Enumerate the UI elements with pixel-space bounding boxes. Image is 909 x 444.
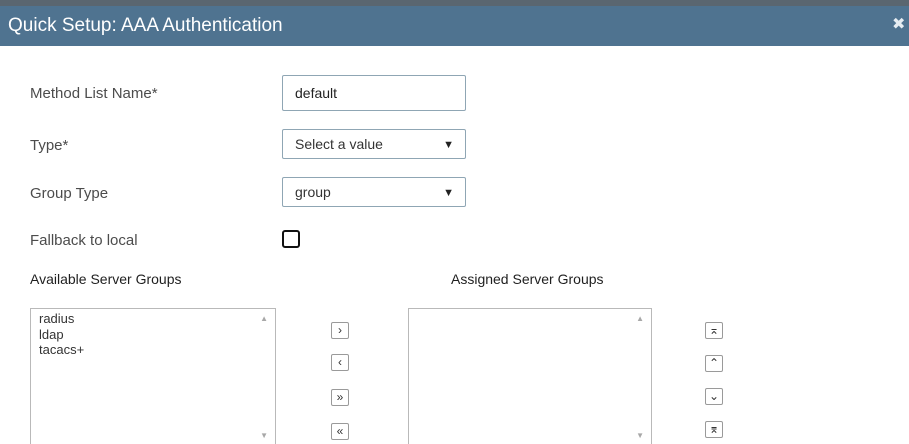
close-icon[interactable]: ✖ xyxy=(892,17,906,33)
dialog-title: Quick Setup: AAA Authentication xyxy=(8,15,283,36)
move-right-button[interactable]: › xyxy=(331,322,349,339)
chevron-down-icon: ▼ xyxy=(443,139,454,151)
method-list-name-label: Method List Name* xyxy=(30,85,158,102)
scroll-up-icon[interactable]: ▲ xyxy=(260,314,268,323)
fallback-checkbox[interactable] xyxy=(282,230,300,248)
group-type-label: Group Type xyxy=(30,185,109,202)
method-list-name-input[interactable] xyxy=(282,75,466,111)
available-groups-list[interactable]: radius ldap tacacs+ ▲ ▼ xyxy=(30,308,276,444)
dialog-title-bar: Quick Setup: AAA Authentication ✖ xyxy=(0,6,909,46)
move-all-left-button[interactable]: « xyxy=(331,423,349,440)
scroll-up-icon[interactable]: ▲ xyxy=(636,314,644,323)
assigned-groups-list[interactable]: ▲ ▼ xyxy=(408,308,652,444)
group-type-select[interactable]: group ▼ xyxy=(282,177,466,207)
type-label: Type* xyxy=(30,137,69,154)
chevron-down-icon: ▼ xyxy=(443,187,454,199)
available-groups-header: Available Server Groups xyxy=(30,271,182,287)
scroll-down-icon[interactable]: ▼ xyxy=(636,431,644,440)
list-item[interactable]: radius xyxy=(31,311,275,327)
move-left-button[interactable]: ‹ xyxy=(331,354,349,371)
type-select-value: Select a value xyxy=(295,136,383,152)
fallback-label: Fallback to local xyxy=(30,232,138,249)
group-type-select-value: group xyxy=(295,184,331,200)
move-top-button[interactable]: ⌅ xyxy=(705,322,723,339)
list-item[interactable]: ldap xyxy=(31,327,275,343)
move-up-button[interactable]: ⌃ xyxy=(705,355,723,372)
scroll-down-icon[interactable]: ▼ xyxy=(260,431,268,440)
move-down-button[interactable]: ⌄ xyxy=(705,388,723,405)
move-bottom-button[interactable]: ⌆ xyxy=(705,421,723,438)
type-select[interactable]: Select a value ▼ xyxy=(282,129,466,159)
assigned-groups-header: Assigned Server Groups xyxy=(451,271,604,287)
list-item[interactable]: tacacs+ xyxy=(31,342,275,358)
move-all-right-button[interactable]: » xyxy=(331,389,349,406)
